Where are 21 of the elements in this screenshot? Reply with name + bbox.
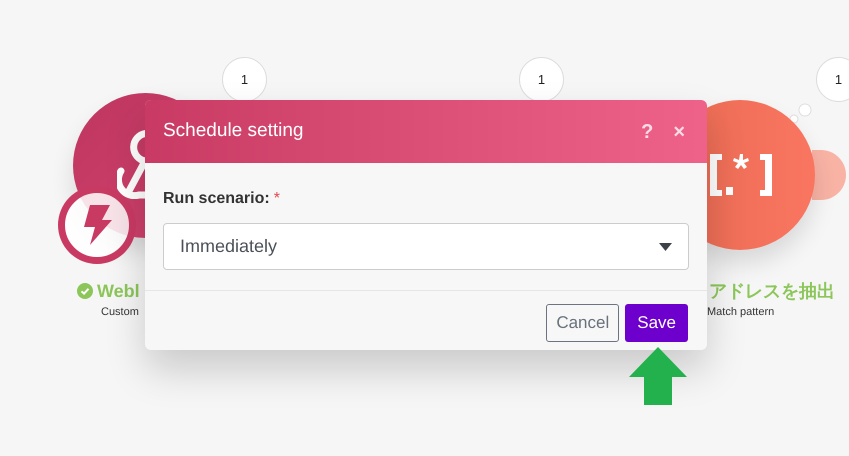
thought-dots-icon xyxy=(788,103,814,125)
node-title: Webl xyxy=(97,280,140,302)
save-button[interactable]: Save xyxy=(625,304,688,342)
help-button[interactable]: ? xyxy=(641,122,654,142)
cancel-button[interactable]: Cancel xyxy=(546,304,620,342)
schedule-select[interactable]: Immediately xyxy=(163,223,689,270)
counter-bubble: 1 xyxy=(519,57,564,102)
counter-bubble: 1 xyxy=(816,57,849,102)
up-arrow-icon xyxy=(629,347,687,405)
node-subtitle: Custom xyxy=(101,305,139,319)
regex-icon xyxy=(710,152,772,198)
field-label: Run scenario: xyxy=(163,189,270,209)
select-value: Immediately xyxy=(180,235,278,258)
required-mark: * xyxy=(274,189,280,209)
node-title: アドレスを抽出 xyxy=(709,280,835,302)
close-button[interactable]: × xyxy=(673,122,685,142)
counter-bubble: 1 xyxy=(222,57,267,102)
dialog-title: Schedule setting xyxy=(163,119,304,144)
node-subtitle: Match pattern xyxy=(707,305,774,319)
caret-icon xyxy=(659,242,672,250)
module-handle[interactable] xyxy=(812,150,846,200)
